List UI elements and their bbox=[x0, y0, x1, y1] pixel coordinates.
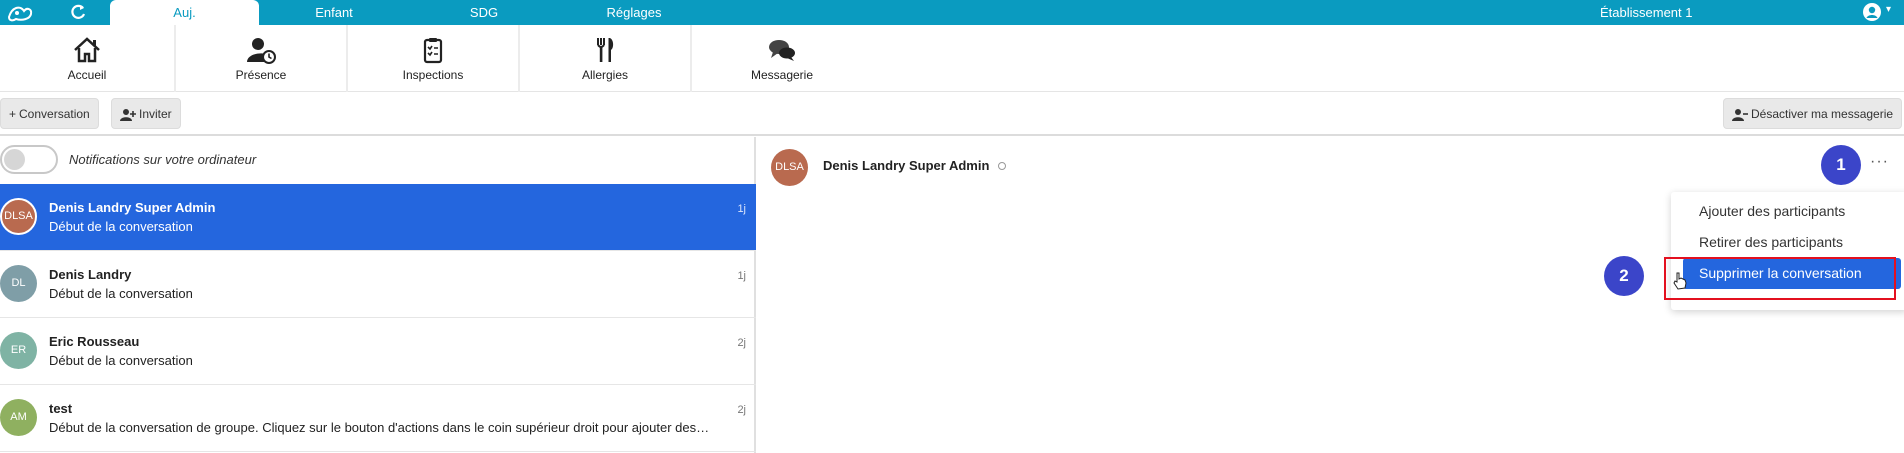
home-icon bbox=[74, 37, 100, 63]
conversation-item[interactable]: DL Denis Landry Début de la conversation… bbox=[0, 251, 756, 318]
conversation-time: 1j bbox=[737, 270, 746, 282]
highlight-box bbox=[1664, 257, 1896, 300]
module-label: Inspections bbox=[402, 68, 464, 82]
conversation-preview: Début de la conversation bbox=[49, 353, 193, 368]
refresh-icon[interactable] bbox=[68, 2, 88, 22]
button-label: Inviter bbox=[139, 107, 172, 121]
module-inspections[interactable]: Inspections bbox=[348, 25, 520, 92]
conversation-item[interactable]: ER Eric Rousseau Début de la conversatio… bbox=[0, 318, 756, 385]
conversation-name: Denis Landry bbox=[49, 267, 132, 282]
avatar: ER bbox=[0, 332, 37, 369]
user-clock-icon bbox=[247, 38, 276, 64]
tab-settings[interactable]: Réglages bbox=[584, 0, 684, 25]
chat-bubbles-icon bbox=[769, 40, 795, 61]
user-minus-icon bbox=[1732, 108, 1748, 121]
module-presence[interactable]: Présence bbox=[176, 25, 348, 92]
notifications-row: Notifications sur votre ordinateur bbox=[0, 137, 756, 184]
new-conversation-button[interactable]: + Conversation bbox=[0, 98, 99, 129]
conversation-list-panel: Notifications sur votre ordinateur DLSA … bbox=[0, 137, 756, 453]
conversation-preview: Début de la conversation bbox=[49, 219, 193, 234]
utensils-icon bbox=[597, 38, 614, 62]
avatar: DLSA bbox=[0, 198, 37, 235]
more-actions-icon[interactable]: ··· bbox=[1870, 153, 1889, 171]
tab-child[interactable]: Enfant bbox=[284, 0, 384, 25]
add-user-icon bbox=[120, 108, 136, 121]
module-label: Présence bbox=[235, 68, 287, 82]
app-logo-icon[interactable] bbox=[6, 3, 34, 23]
module-nav: Accueil Présence Inspections Allergies M… bbox=[0, 25, 1904, 92]
conversation-time: 2j bbox=[737, 404, 746, 416]
conversation-item[interactable]: AM test Début de la conversation de grou… bbox=[0, 385, 756, 452]
module-messaging[interactable]: Messagerie bbox=[692, 25, 872, 92]
module-label: Allergies bbox=[581, 68, 629, 82]
button-label: Conversation bbox=[19, 107, 90, 121]
online-status-icon bbox=[998, 162, 1006, 170]
button-label: Désactiver ma messagerie bbox=[1751, 107, 1894, 121]
tab-today[interactable]: Auj. bbox=[110, 0, 259, 25]
user-account-icon[interactable] bbox=[1862, 2, 1882, 22]
conversation-name: Eric Rousseau bbox=[49, 334, 140, 349]
plus-icon: + bbox=[9, 107, 17, 122]
conversation-name: test bbox=[49, 401, 73, 416]
step-badge: 2 bbox=[1604, 256, 1644, 296]
clipboard-icon bbox=[423, 38, 443, 64]
chat-panel: DLSA Denis Landry Super Admin 1 ··· 2 Aj… bbox=[758, 137, 1904, 453]
invite-button[interactable]: Inviter bbox=[111, 98, 181, 129]
notifications-toggle[interactable] bbox=[0, 145, 58, 174]
menu-item-remove-participants[interactable]: Retirer des participants bbox=[1671, 227, 1901, 258]
messaging-toolbar: + Conversation Inviter Désactiver ma mess… bbox=[0, 92, 1904, 136]
chat-title: Denis Landry Super Admin bbox=[823, 158, 990, 173]
tab-sdg[interactable]: SDG bbox=[434, 0, 534, 25]
toggle-knob bbox=[4, 149, 25, 170]
avatar: AM bbox=[0, 399, 37, 436]
avatar: DLSA bbox=[771, 149, 808, 186]
conversation-time: 1j bbox=[737, 203, 746, 215]
hand-cursor-icon bbox=[1673, 272, 1687, 290]
conversation-preview: Début de la conversation de groupe. Cliq… bbox=[49, 420, 710, 435]
module-label: Messagerie bbox=[750, 68, 814, 82]
conversation-time: 2j bbox=[737, 337, 746, 349]
step-badge: 1 bbox=[1821, 145, 1861, 185]
establishment-selector[interactable]: Établissement 1 bbox=[1600, 0, 1693, 25]
conversation-item[interactable]: DLSA Denis Landry Super Admin Début de l… bbox=[0, 184, 756, 251]
module-home[interactable]: Accueil bbox=[0, 25, 176, 92]
notifications-label: Notifications sur votre ordinateur bbox=[69, 152, 257, 167]
conversation-preview: Début de la conversation bbox=[49, 286, 193, 301]
module-label: Accueil bbox=[67, 68, 107, 82]
top-bar: Auj. Enfant SDG Réglages Établissement 1… bbox=[0, 0, 1904, 25]
disable-messaging-button[interactable]: Désactiver ma messagerie bbox=[1723, 98, 1903, 129]
chevron-down-icon[interactable]: ▾ bbox=[1886, 4, 1891, 15]
avatar: DL bbox=[0, 265, 37, 302]
module-allergies[interactable]: Allergies bbox=[520, 25, 692, 92]
menu-item-add-participants[interactable]: Ajouter des participants bbox=[1671, 196, 1901, 227]
conversation-name: Denis Landry Super Admin bbox=[49, 200, 216, 215]
